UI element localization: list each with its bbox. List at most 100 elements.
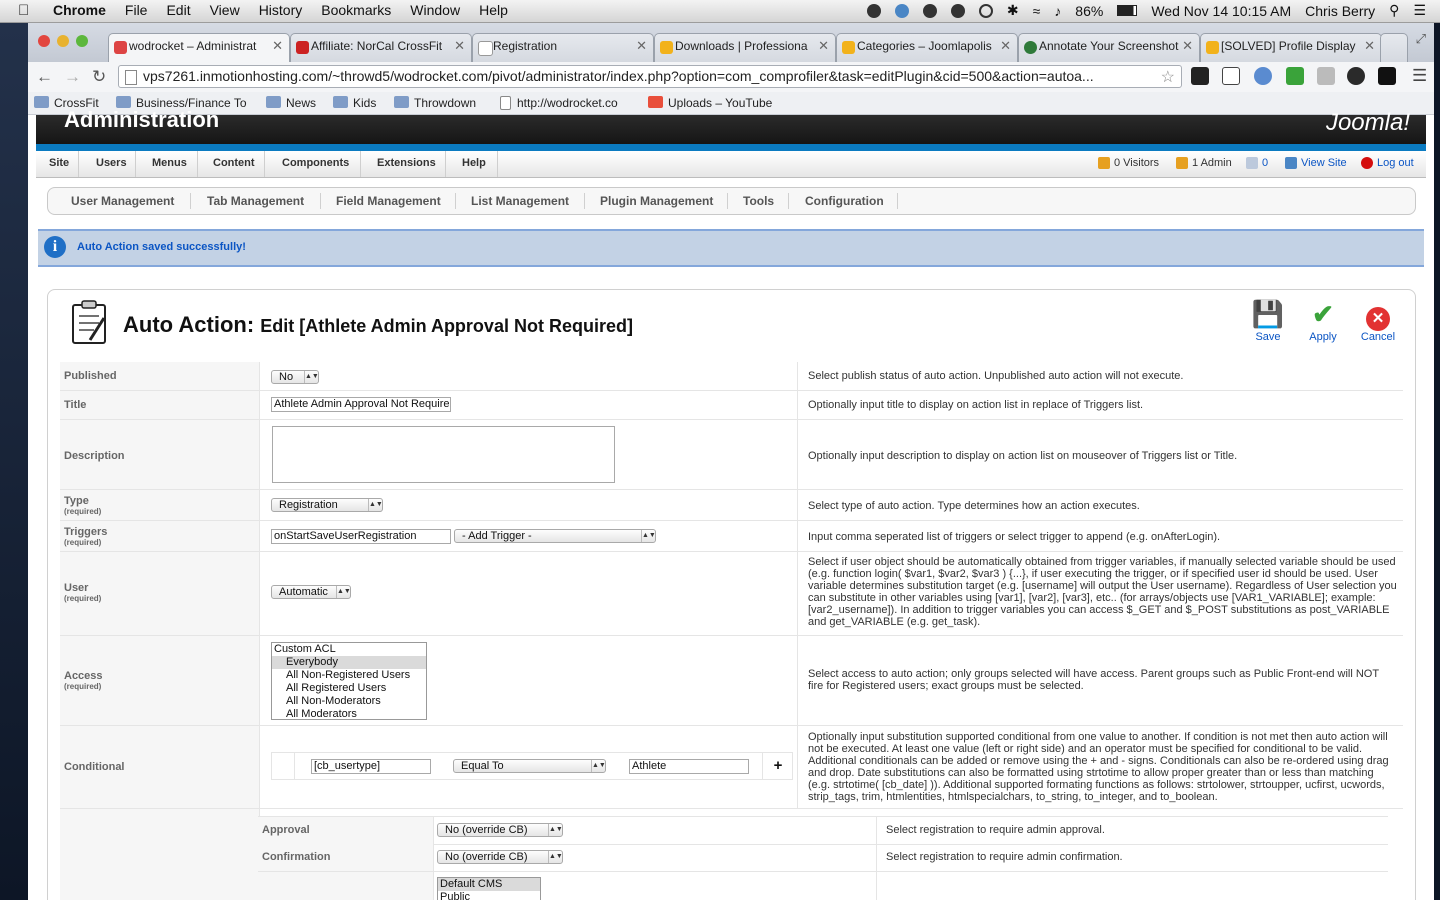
fullscreen-icon[interactable]: ⤢ [1416, 31, 1426, 47]
submenu-field-management[interactable]: Field Management [336, 194, 441, 208]
menu-window[interactable]: Window [410, 2, 460, 19]
bookmark-kids[interactable]: Kids [333, 96, 376, 110]
menu-help[interactable]: Help [462, 157, 486, 169]
logout-link[interactable]: Log out [1361, 157, 1414, 169]
close-tab-icon[interactable]: ✕ [1364, 38, 1375, 54]
tray-app-icon[interactable] [866, 3, 881, 18]
battery-level[interactable]: 86% [1075, 3, 1103, 19]
menu-app[interactable]: Chrome [53, 2, 106, 19]
bookmark-throwdown[interactable]: Throwdown [394, 96, 476, 110]
close-tab-icon[interactable]: ✕ [818, 38, 829, 54]
admins-status[interactable]: 1 Admin [1176, 157, 1232, 169]
access-option[interactable]: All Moderators [272, 708, 426, 721]
spotlight-icon[interactable]: ⚲ [1389, 2, 1399, 19]
tab-registration[interactable]: Registration ✕ [472, 33, 654, 62]
confirmation-select[interactable]: No (override CB) ▲▼ [437, 850, 563, 864]
h-extension-icon[interactable] [1191, 67, 1209, 85]
user-name[interactable]: Chris Berry [1305, 3, 1375, 19]
menu-menus[interactable]: Menus [152, 157, 187, 169]
close-tab-icon[interactable]: ✕ [636, 38, 647, 54]
close-window-button[interactable] [38, 35, 50, 47]
minimize-window-button[interactable] [57, 35, 69, 47]
submenu-tools[interactable]: Tools [743, 194, 774, 208]
time-machine-icon[interactable] [978, 3, 993, 18]
bluetooth-icon[interactable]: ✱ [1007, 2, 1019, 19]
menu-site[interactable]: Site [49, 157, 69, 169]
close-tab-icon[interactable]: ✕ [454, 38, 465, 54]
view-site-link[interactable]: View Site [1285, 157, 1347, 169]
apply-button[interactable]: ✔ Apply [1299, 300, 1347, 343]
tray-sync-icon[interactable] [894, 3, 909, 18]
apple-icon[interactable]:  [18, 2, 34, 19]
menu-users[interactable]: Users [96, 157, 127, 169]
drag-handle[interactable] [272, 753, 295, 779]
forward-button[interactable]: → [64, 67, 81, 87]
address-bar[interactable]: vps7261.inmotionhosting.com/~throwd5/wod… [118, 65, 1182, 88]
menu-history[interactable]: History [259, 2, 303, 19]
description-textarea[interactable] [272, 426, 615, 483]
notification-icon[interactable]: ☰ [1413, 2, 1426, 19]
title-input[interactable]: Athlete Admin Approval Not Required [271, 397, 451, 412]
bookmark-news[interactable]: News [266, 96, 316, 110]
bookmark-youtube[interactable]: Uploads – YouTube [648, 96, 772, 110]
tray-upload-icon[interactable] [922, 3, 937, 18]
tab-wodrocket[interactable]: wodrocket – Administrat ✕ [108, 33, 290, 62]
tab-annotate[interactable]: Annotate Your Screenshot ✕ [1018, 33, 1200, 62]
visitors-status[interactable]: 0 Visitors [1098, 157, 1159, 169]
access-option[interactable]: All Registered Users [272, 682, 426, 695]
messages-status[interactable]: 0 [1246, 157, 1268, 169]
tab-downloads[interactable]: Downloads | Professiona ✕ [654, 33, 836, 62]
submenu-list-management[interactable]: List Management [471, 194, 569, 208]
add-trigger-select[interactable]: - Add Trigger - ▲▼ [454, 529, 656, 543]
menu-view[interactable]: View [210, 2, 240, 19]
save-button[interactable]: 💾 Save [1244, 300, 1292, 343]
eyedropper-extension-icon[interactable] [1317, 67, 1335, 85]
submenu-tab-management[interactable]: Tab Management [207, 194, 304, 208]
close-tab-icon[interactable]: ✕ [272, 38, 283, 54]
menu-content[interactable]: Content [213, 157, 255, 169]
evernote-extension-icon[interactable] [1254, 67, 1272, 85]
bookmark-star-icon[interactable]: ☆ [1161, 67, 1175, 87]
cancel-button[interactable]: ✕ Cancel [1354, 300, 1402, 343]
access-multiselect[interactable]: Custom ACL Everybody All Non-Registered … [271, 642, 427, 720]
color-extension-icon[interactable] [1347, 67, 1365, 85]
tray-drive-icon[interactable] [950, 3, 965, 18]
zoom-window-button[interactable] [76, 35, 88, 47]
type-select[interactable]: Registration ▲▼ [271, 498, 383, 512]
conditional-add-button[interactable]: + [762, 753, 793, 779]
t-extension-icon[interactable] [1222, 67, 1240, 85]
menu-components[interactable]: Components [282, 157, 349, 169]
volume-icon[interactable]: ♪ [1054, 3, 1061, 19]
groups-option[interactable]: Public [438, 891, 540, 900]
access-option[interactable]: All Non-Registered Users [272, 669, 426, 682]
submenu-user-management[interactable]: User Management [71, 194, 174, 208]
tab-categories[interactable]: Categories – Joomlapolis ✕ [836, 33, 1018, 62]
back-button[interactable]: ← [36, 67, 53, 87]
menu-bookmarks[interactable]: Bookmarks [321, 2, 391, 19]
reload-button[interactable]: ↻ [92, 67, 106, 87]
groups-multiselect[interactable]: Default CMS Public [437, 877, 541, 900]
new-tab-button[interactable] [1380, 33, 1408, 62]
published-select[interactable]: No ▲▼ [271, 370, 319, 384]
menu-help[interactable]: Help [479, 2, 508, 19]
conditional-operator-select[interactable]: Equal To ▲▼ [453, 759, 606, 773]
user-select[interactable]: Automatic ▲▼ [271, 585, 351, 599]
menu-extensions[interactable]: Extensions [377, 157, 436, 169]
clock[interactable]: Wed Nov 14 10:15 AM [1151, 3, 1291, 19]
wifi-icon[interactable]: ≈ [1033, 3, 1041, 19]
approval-select[interactable]: No (override CB) ▲▼ [437, 823, 563, 837]
access-option[interactable]: All Non-Moderators [272, 695, 426, 708]
conditional-right-input[interactable]: Athlete [629, 759, 749, 774]
chrome-menu-icon[interactable]: ☰ [1412, 66, 1427, 86]
bookmark-wodrocket[interactable]: http://wodrocket.co [497, 96, 647, 110]
submenu-plugin-management[interactable]: Plugin Management [600, 194, 713, 208]
submenu-configuration[interactable]: Configuration [805, 194, 884, 208]
m-extension-icon[interactable] [1378, 67, 1396, 85]
menu-edit[interactable]: Edit [166, 2, 190, 19]
tab-affiliate[interactable]: Affiliate: NorCal CrossFit ✕ [290, 33, 472, 62]
conditional-left-input[interactable]: [cb_usertype] [311, 759, 431, 774]
menu-file[interactable]: File [125, 2, 148, 19]
access-option[interactable]: Everybody [272, 656, 426, 669]
close-tab-icon[interactable]: ✕ [1182, 38, 1193, 54]
tab-solved[interactable]: [SOLVED] Profile Display ✕ [1200, 33, 1382, 62]
